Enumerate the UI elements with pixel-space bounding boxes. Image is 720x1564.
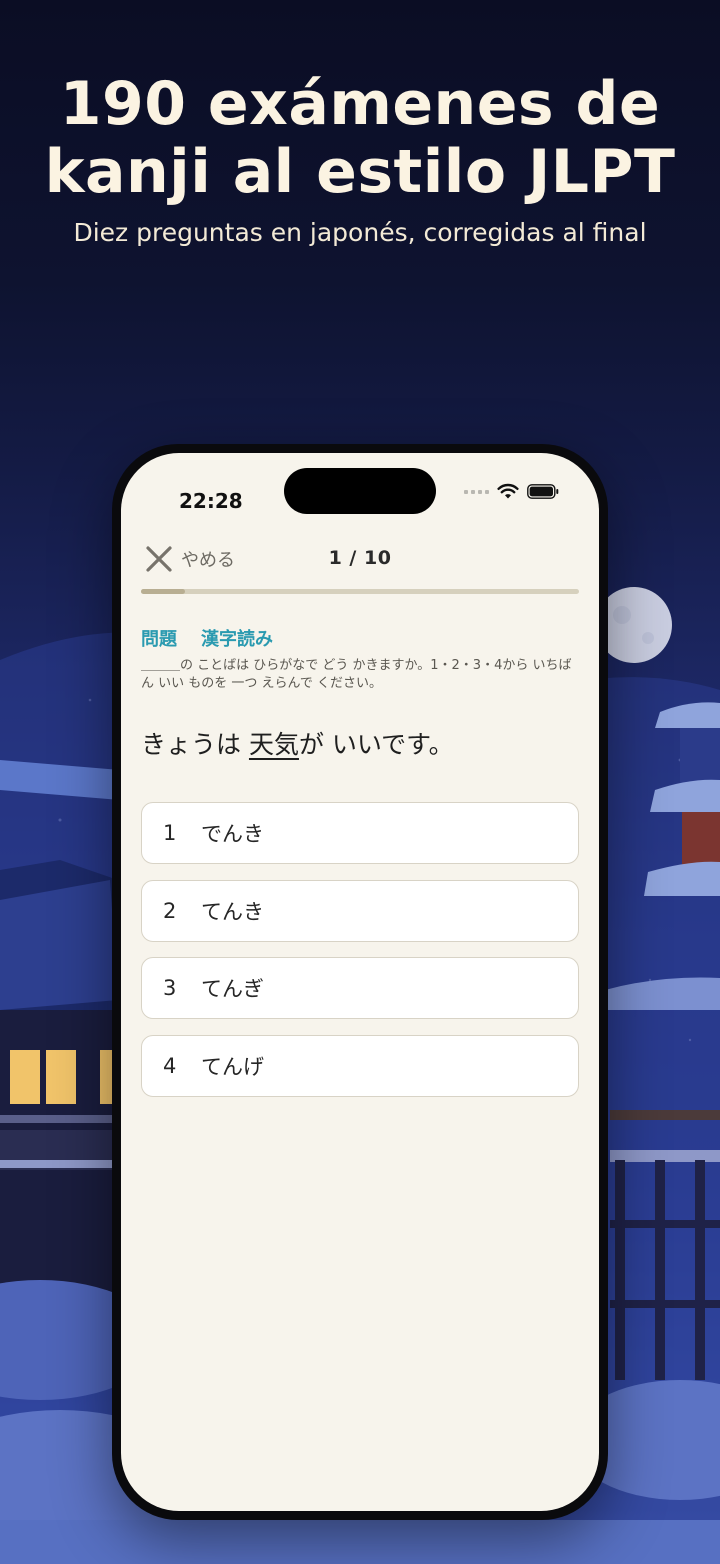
- sentence-after: が いいです。: [298, 730, 454, 759]
- section-header: 問題 漢字読み: [141, 625, 273, 651]
- option-number: 4: [163, 1053, 177, 1078]
- wifi-icon: [497, 483, 519, 499]
- answer-option-1[interactable]: 1 でんき: [141, 802, 579, 864]
- promo-subtitle: Diez preguntas en japonés, corregidas al…: [73, 218, 647, 247]
- progress-bar: [141, 589, 579, 594]
- option-text: てんげ: [201, 1054, 264, 1079]
- signal-icon: [464, 489, 489, 494]
- section-label: 問題: [141, 629, 177, 650]
- question-sentence: きょうは 天気が いいです。: [141, 725, 454, 761]
- option-number: 2: [163, 898, 177, 923]
- answer-options: 1 でんき 2 てんき 3 てんぎ 4 てんげ: [141, 802, 579, 1112]
- phone-frame: 22:28 やめる 1 / 10 問題 漢字読み ＿＿＿の ことばは ひらがなで…: [112, 444, 608, 1520]
- option-text: でんき: [201, 822, 264, 846]
- answer-option-4[interactable]: 4 てんげ: [141, 1034, 579, 1097]
- option-number: 3: [163, 976, 177, 1000]
- promo-title-line1: 190 exámenes de: [59, 69, 661, 139]
- promo-title: 190 exámenes de kanji al estilo JLPT: [0, 70, 720, 206]
- promo-title-line2: kanji al estilo JLPT: [44, 137, 676, 207]
- option-number: 1: [163, 821, 177, 845]
- dynamic-island: [284, 468, 436, 514]
- phone-screen: 22:28 やめる 1 / 10 問題 漢字読み ＿＿＿の ことばは ひらがなで…: [121, 453, 599, 1511]
- option-text: てんぎ: [201, 977, 264, 1001]
- question-instruction: ＿＿＿の ことばは ひらがなで どう かきますか。1・2・3・4から いちばん …: [141, 658, 572, 691]
- option-text: てんき: [201, 899, 264, 924]
- status-time: 22:28: [179, 489, 243, 513]
- status-icons: [464, 483, 559, 500]
- battery-icon: [527, 484, 559, 499]
- quiz-nav: やめる 1 / 10: [121, 541, 599, 581]
- target-word: 天気: [248, 730, 299, 759]
- answer-option-2[interactable]: 2 てんき: [141, 879, 579, 942]
- progress-fill: [141, 589, 185, 594]
- question-counter: 1 / 10: [328, 547, 392, 569]
- section-type: 漢字読み: [201, 629, 273, 650]
- sentence-before: きょうは: [141, 730, 249, 759]
- answer-option-3[interactable]: 3 てんぎ: [141, 957, 579, 1019]
